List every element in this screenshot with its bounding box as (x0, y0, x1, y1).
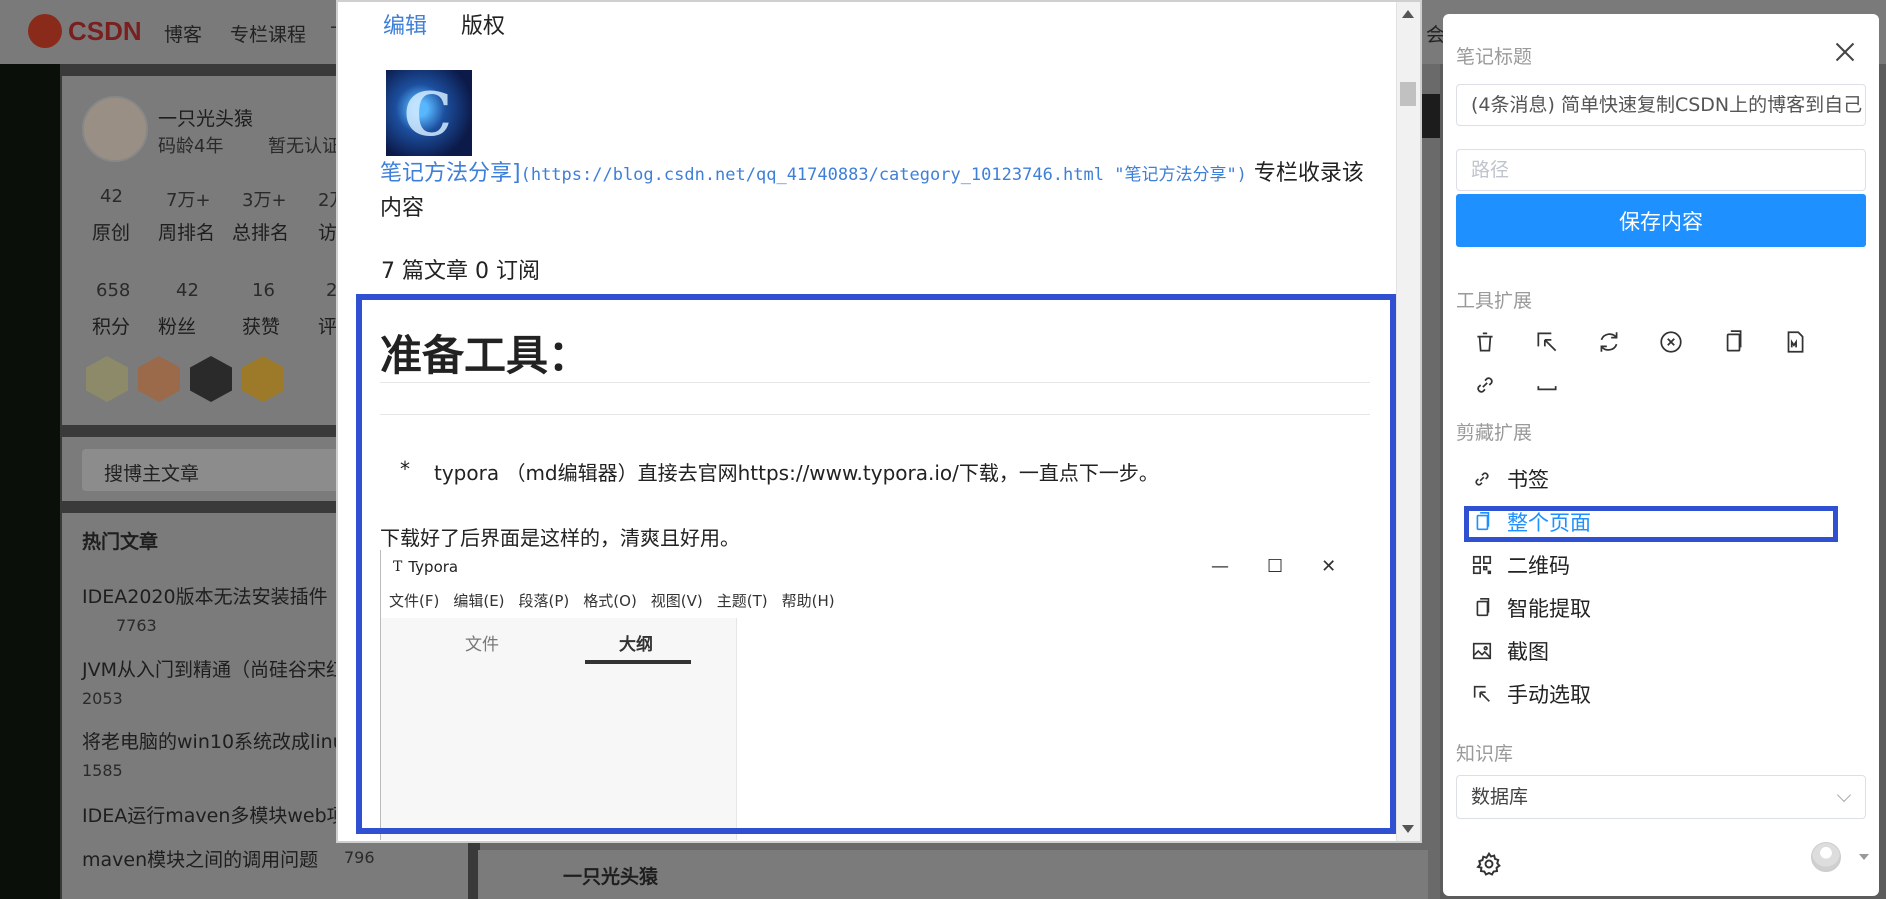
refresh-icon[interactable] (1596, 329, 1622, 355)
caret-down-icon[interactable] (1859, 854, 1869, 860)
knowledge-base-select[interactable]: 数据库 (1456, 775, 1866, 819)
stat-label: 周排名 (158, 222, 216, 244)
trash-icon[interactable] (1472, 329, 1498, 355)
user-avatar[interactable] (1811, 842, 1841, 872)
article-footer-bar: 一只光头猿 (478, 850, 1428, 899)
copy-icon[interactable] (1720, 329, 1746, 355)
clip-manual-select[interactable]: 手动选取 (1471, 679, 1591, 709)
column-cover-image[interactable]: C (386, 70, 472, 156)
stat-value: 42 (100, 186, 123, 207)
blog-search-input[interactable]: 搜博主文章 (82, 449, 342, 491)
clip-qrcode[interactable]: 二维码 (1471, 550, 1570, 580)
copyright-label: 版权 (461, 14, 506, 39)
preview-content: 编辑 版权 C 笔记方法分享](https://blog.csdn.net/qq… (338, 2, 1396, 841)
selected-clip-highlight (1464, 506, 1838, 542)
column-link[interactable]: 笔记方法分享] (380, 161, 521, 186)
clip-smart-extract[interactable]: 智能提取 (1471, 593, 1591, 623)
preview-scrollbar[interactable] (1396, 2, 1420, 841)
scroll-down-arrow-icon[interactable] (1402, 825, 1414, 833)
image-icon (1471, 640, 1493, 662)
nav-courses[interactable]: 专栏课程 (230, 20, 306, 47)
hot-article-link[interactable]: JVM从入门到精通（尚硅谷宋红 (82, 655, 345, 682)
author-verify: 暂无认证 (268, 136, 340, 157)
clip-screenshot[interactable]: 截图 (1471, 636, 1549, 666)
tools-label: 工具扩展 (1456, 290, 1533, 312)
stat-label: 总排名 (232, 222, 290, 244)
stat-value: 42 (176, 280, 199, 301)
stat-label: 访 (318, 222, 338, 244)
clip-item-label: 截图 (1507, 640, 1549, 664)
hot-article-link[interactable]: IDEA运行maven多模块web项 (82, 801, 346, 828)
clip-label: 剪藏扩展 (1456, 422, 1533, 444)
scroll-up-arrow-icon[interactable] (1402, 10, 1414, 18)
clip-bookmark[interactable]: 书签 (1471, 464, 1549, 494)
column-info: 笔记方法分享](https://blog.csdn.net/qq_4174088… (380, 157, 1370, 225)
clip-item-label: 二维码 (1507, 554, 1570, 578)
clip-item-label: 书签 (1507, 468, 1549, 492)
stat-label: 获赞 (242, 316, 281, 338)
scroll-thumb[interactable] (1400, 82, 1416, 106)
view-count: 796 (344, 848, 375, 867)
knowledge-base-value: 数据库 (1471, 786, 1529, 808)
view-count: 1585 (82, 761, 123, 780)
hot-article-link[interactable]: IDEA2020版本无法安装插件（ (82, 582, 347, 609)
hot-article-link[interactable]: 将老电脑的win10系统改成linux (82, 727, 356, 754)
chevron-down-icon (1836, 787, 1852, 803)
select-icon[interactable] (1534, 329, 1560, 355)
view-count: 7763 (116, 616, 157, 635)
nav-blog[interactable]: 博客 (164, 20, 202, 47)
close-icon[interactable] (1835, 42, 1855, 62)
path-input[interactable] (1456, 149, 1866, 191)
column-link-url: (https://blog.csdn.net/qq_41740883/categ… (520, 165, 1247, 185)
stat-label: 评 (318, 316, 338, 338)
stat-value: 658 (96, 280, 131, 301)
stat-value: 3万+ (242, 190, 287, 211)
clear-icon[interactable] (1658, 329, 1684, 355)
gear-icon[interactable] (1476, 851, 1502, 877)
left-dark-strip (0, 64, 60, 899)
select-icon (1471, 683, 1493, 705)
heading-fragment (1420, 94, 1440, 138)
space-icon[interactable] (1534, 372, 1560, 398)
selection-highlight (356, 294, 1396, 834)
csdn-logo[interactable]: CSDN (28, 14, 142, 48)
knowledge-base-label: 知识库 (1456, 743, 1514, 765)
link-icon[interactable] (1472, 372, 1498, 398)
note-title-input[interactable]: (4条消息) 简单快速复制CSDN上的博客到自己 (1456, 84, 1866, 126)
save-content-button[interactable]: 保存内容 (1456, 194, 1866, 247)
note-title-label: 笔记标题 (1456, 46, 1533, 68)
qrcode-icon (1471, 554, 1493, 576)
author-avatar[interactable] (82, 96, 148, 162)
column-stats: 7 篇文章 0 订阅 (381, 259, 540, 284)
copy-icon (1471, 597, 1493, 619)
stat-label: 粉丝 (158, 316, 197, 338)
author-years: 码龄4年 (158, 136, 224, 157)
hot-articles-title: 热门文章 (82, 531, 159, 553)
clip-preview-window: 编辑 版权 C 笔记方法分享](https://blog.csdn.net/qq… (336, 0, 1422, 843)
markdown-file-icon[interactable] (1782, 329, 1808, 355)
view-count: 2053 (82, 689, 123, 708)
link-icon (1471, 468, 1493, 490)
stat-value: 16 (252, 280, 275, 301)
clip-item-label: 手动选取 (1507, 683, 1591, 707)
stat-label: 原创 (92, 222, 131, 244)
clip-item-label: 智能提取 (1507, 597, 1591, 621)
web-clipper-panel: 笔记标题 (4条消息) 简单快速复制CSDN上的博客到自己 保存内容 工具扩展 … (1443, 14, 1879, 896)
author-name[interactable]: 一只光头猿 (158, 104, 253, 131)
edit-link[interactable]: 编辑 (383, 8, 427, 40)
hot-article-link[interactable]: maven模块之间的调用问题 (82, 845, 318, 872)
stat-label: 积分 (92, 316, 131, 338)
stat-value: 7万+ (166, 190, 211, 211)
footer-author-name[interactable]: 一只光头猿 (563, 862, 658, 889)
